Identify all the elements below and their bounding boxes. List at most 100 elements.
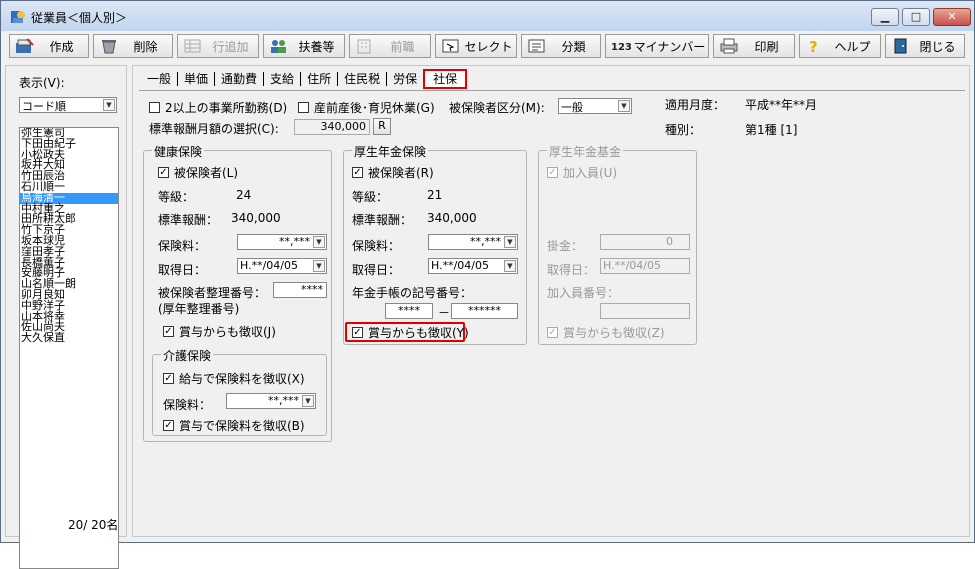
insured-class-select[interactable]: 一般 ▼	[558, 98, 632, 114]
pension-title: 厚生年金保険	[352, 143, 429, 160]
fund-fee-field[interactable]: 0	[600, 234, 690, 250]
employee-list-item[interactable]: 大久保直	[20, 332, 118, 344]
main-panel: 一般 単価 通勤費 支給 住所 住民税 労保 社保 2以上の事業所勤務(D) 産前産後･育児休…	[132, 65, 970, 537]
insured-class-label: 被保険者区分(M):	[449, 101, 545, 115]
care-premium-label: 保険料：	[163, 398, 212, 412]
pension-book-symbol-field[interactable]: ****	[385, 303, 433, 319]
fund-member-checkbox[interactable]: ✓	[547, 167, 558, 178]
chevron-down-icon: ▼	[313, 260, 325, 272]
maternity-label: 産前産後･育児休業(G)	[314, 101, 435, 115]
close-icon: ✕	[947, 10, 957, 23]
category-button[interactable]: 分類	[521, 34, 601, 58]
toolbar: 作成 削除 行追加 扶養等 前職 セレクト 分類 123 マイナンバー 印刷 ?…	[1, 31, 974, 63]
fund-fee-label: 掛金：	[547, 239, 584, 253]
care-salary-label: 給与で保険料を徴収(X)	[179, 372, 305, 386]
tab-6[interactable]: 労保	[387, 72, 423, 86]
previous-job-button[interactable]: 前職	[349, 34, 431, 58]
close-button[interactable]: 閉じる	[885, 34, 965, 58]
fund-number-field[interactable]	[600, 303, 690, 319]
maximize-button[interactable]: □	[902, 8, 930, 26]
add-row-button[interactable]: 行追加	[177, 34, 259, 58]
health-number-sublabel: (厚年整理番号)	[158, 302, 240, 316]
chevron-down-icon: ▼	[103, 99, 115, 111]
health-premium-label: 保険料：	[158, 239, 207, 253]
health-insured-checkbox[interactable]: ✓	[158, 167, 169, 178]
tab-1[interactable]: 単価	[178, 72, 216, 86]
pension-bonus-checkbox[interactable]: ✓	[352, 327, 363, 338]
print-button[interactable]: 印刷	[713, 34, 795, 58]
tab-5[interactable]: 住民税	[338, 72, 388, 86]
maternity-checkbox[interactable]	[298, 102, 309, 113]
fund-acquired-field[interactable]: H.**/04/05	[600, 258, 690, 274]
tab-2[interactable]: 通勤費	[215, 72, 265, 86]
pension-acquired-field[interactable]: H.**/04/05 ▼	[428, 258, 518, 274]
pension-fund-title: 厚生年金基金	[547, 143, 624, 160]
tab-7[interactable]: 社保	[423, 69, 468, 89]
tab-divider	[139, 90, 965, 91]
applied-month-value: 平成**年**月	[745, 98, 818, 112]
close-window-button[interactable]: ✕	[933, 8, 971, 26]
tab-0[interactable]: 一般	[141, 72, 179, 86]
care-bonus-checkbox[interactable]: ✓	[163, 420, 174, 431]
display-label: 表示(V):	[19, 76, 65, 90]
health-number-field[interactable]: ****	[273, 282, 327, 298]
pension-book-label: 年金手帳の記号番号：	[352, 286, 473, 300]
maximize-icon: □	[910, 10, 922, 23]
health-premium-field[interactable]: **,*** ▼	[237, 234, 327, 250]
title-bar: 従業員＜個人別＞ ▁ □ ✕	[1, 1, 974, 31]
health-insured-label: 被保険者(L)	[174, 166, 239, 180]
pension-book-number-field[interactable]: ******	[451, 303, 518, 319]
fund-bonus-label: 賞与からも徴収(Z)	[563, 326, 665, 340]
delete-button[interactable]: 削除	[93, 34, 173, 58]
care-salary-checkbox[interactable]: ✓	[163, 373, 174, 384]
pension-book-separator: －	[438, 306, 451, 320]
applied-month-label: 適用月度：	[665, 98, 726, 112]
svg-text:123: 123	[611, 42, 631, 53]
health-grade-label: 等級：	[158, 190, 195, 204]
add-row-icon	[184, 39, 201, 53]
health-standard-label: 標準報酬：	[158, 213, 219, 227]
type-label: 種別：	[665, 123, 702, 137]
fund-number-label: 加入員番号：	[547, 286, 620, 300]
tab-3[interactable]: 支給	[264, 72, 302, 86]
category-icon	[528, 39, 545, 53]
health-bonus-label: 賞与からも徴収(J)	[179, 325, 276, 339]
pension-premium-field[interactable]: **,*** ▼	[428, 234, 518, 250]
my-number-button[interactable]: 123 マイナンバー	[605, 34, 709, 58]
fund-bonus-checkbox[interactable]: ✓	[547, 327, 558, 338]
trash-icon	[102, 40, 116, 54]
create-button[interactable]: 作成	[9, 34, 89, 58]
window-title: 従業員＜個人別＞	[31, 11, 128, 25]
employee-list[interactable]: 弥生憲司 下田由紀子 小松政夫 坂井大知 竹田辰治 石川順一 烏海清一 中村重之 田所耕太郎 竹下…	[19, 127, 119, 569]
pension-bonus-label: 賞与からも徴収(Y)	[368, 326, 469, 340]
care-premium-field[interactable]: **,*** ▼	[226, 393, 316, 409]
chevron-down-icon: ▼	[504, 260, 516, 272]
pension-premium-label: 保険料：	[352, 239, 401, 253]
r-button[interactable]: R	[373, 118, 391, 135]
health-insurance-title: 健康保険	[152, 143, 205, 160]
people-icon	[271, 40, 286, 53]
app-window: 従業員＜個人別＞ ▁ □ ✕ 作成 削除 行追加 扶養等 前職 セレクト 分類 …	[0, 0, 975, 569]
create-icon	[16, 38, 34, 53]
fund-member-label: 加入員(U)	[563, 166, 618, 180]
health-acquired-label: 取得日：	[158, 263, 207, 277]
multi-office-label: 2以上の事業所勤務(D)	[165, 101, 288, 115]
chevron-down-icon: ▼	[313, 236, 325, 248]
tab-4[interactable]: 住所	[301, 72, 339, 86]
minimize-button[interactable]: ▁	[871, 8, 899, 26]
select-button[interactable]: セレクト	[435, 34, 517, 58]
sort-order-select[interactable]: コード順 ▼	[19, 97, 117, 113]
svg-text:?: ?	[809, 38, 818, 54]
dependents-button[interactable]: 扶養等	[263, 34, 345, 58]
health-standard-value: 340,000	[231, 211, 281, 225]
multi-office-checkbox[interactable]	[149, 102, 160, 113]
health-bonus-checkbox[interactable]: ✓	[163, 326, 174, 337]
pension-standard-label: 標準報酬：	[352, 213, 413, 227]
health-acquired-field[interactable]: H.**/04/05 ▼	[237, 258, 327, 274]
employee-list-pane: 表示(V): コード順 ▼ 弥生憲司 下田由紀子 小松政夫 坂井大知 竹田辰治 石川順一烏…	[5, 65, 127, 569]
pension-insured-label: 被保険者(R)	[368, 166, 434, 180]
help-button[interactable]: ? ヘルプ	[799, 34, 881, 58]
fund-acquired-label: 取得日：	[547, 263, 596, 277]
health-grade-value: 24	[236, 188, 252, 202]
pension-insured-checkbox[interactable]: ✓	[352, 167, 363, 178]
